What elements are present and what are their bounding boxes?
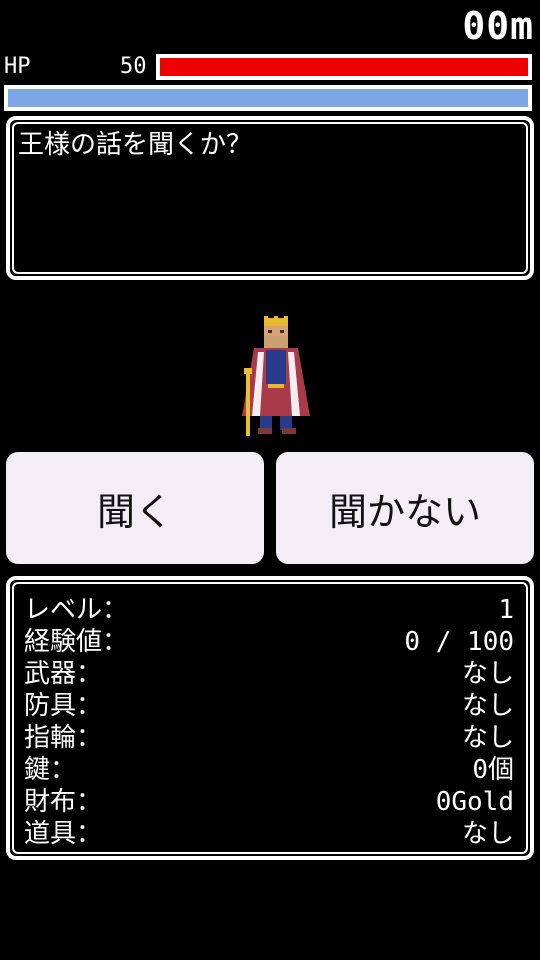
status-value: なし <box>461 723 514 753</box>
status-label: 防具： <box>24 691 103 721</box>
status-window: レベル： 1 経験値： 0 / 100 武器： なし 防具： なし 指輪： なし… <box>6 576 534 860</box>
listen-button[interactable]: 聞く <box>6 452 264 564</box>
hp-value: 50 <box>120 54 147 79</box>
status-row-armor: 防具： なし <box>24 690 514 722</box>
message-window: 王様の話を聞くか？ <box>6 116 534 280</box>
hp-bar <box>156 54 532 80</box>
status-row-weapon: 武器： なし <box>24 658 514 690</box>
status-value: 0Gold <box>435 787 514 817</box>
status-value: 0個 <box>472 755 514 785</box>
status-value: 1 <box>498 595 514 625</box>
hp-label: HP <box>4 54 31 79</box>
status-label: 道具： <box>24 819 103 849</box>
status-row-ring: 指輪： なし <box>24 722 514 754</box>
status-label: 経験値： <box>24 627 129 657</box>
status-label: 武器： <box>24 659 103 689</box>
hp-bar-fill <box>160 58 528 76</box>
status-value: なし <box>461 819 514 849</box>
status-label: レベル： <box>24 595 129 625</box>
status-row-item: 道具： なし <box>24 818 514 850</box>
status-value: なし <box>461 659 514 689</box>
distance-counter: 00m <box>462 4 534 48</box>
status-label: 指輪： <box>24 723 103 753</box>
status-label: 鍵： <box>24 755 77 785</box>
status-value: なし <box>461 691 514 721</box>
king-sprite <box>242 316 310 436</box>
message-text: 王様の話を聞くか？ <box>18 130 253 160</box>
status-row-level: レベル： 1 <box>24 594 514 626</box>
status-label: 財布： <box>24 787 103 817</box>
ignore-button[interactable]: 聞かない <box>276 452 534 564</box>
status-value: 0 / 100 <box>404 627 514 657</box>
status-row-wallet: 財布： 0Gold <box>24 786 514 818</box>
secondary-gauge-bar <box>4 85 532 111</box>
secondary-gauge-fill <box>8 89 528 107</box>
status-row-key: 鍵： 0個 <box>24 754 514 786</box>
status-row-exp: 経験値： 0 / 100 <box>24 626 514 658</box>
